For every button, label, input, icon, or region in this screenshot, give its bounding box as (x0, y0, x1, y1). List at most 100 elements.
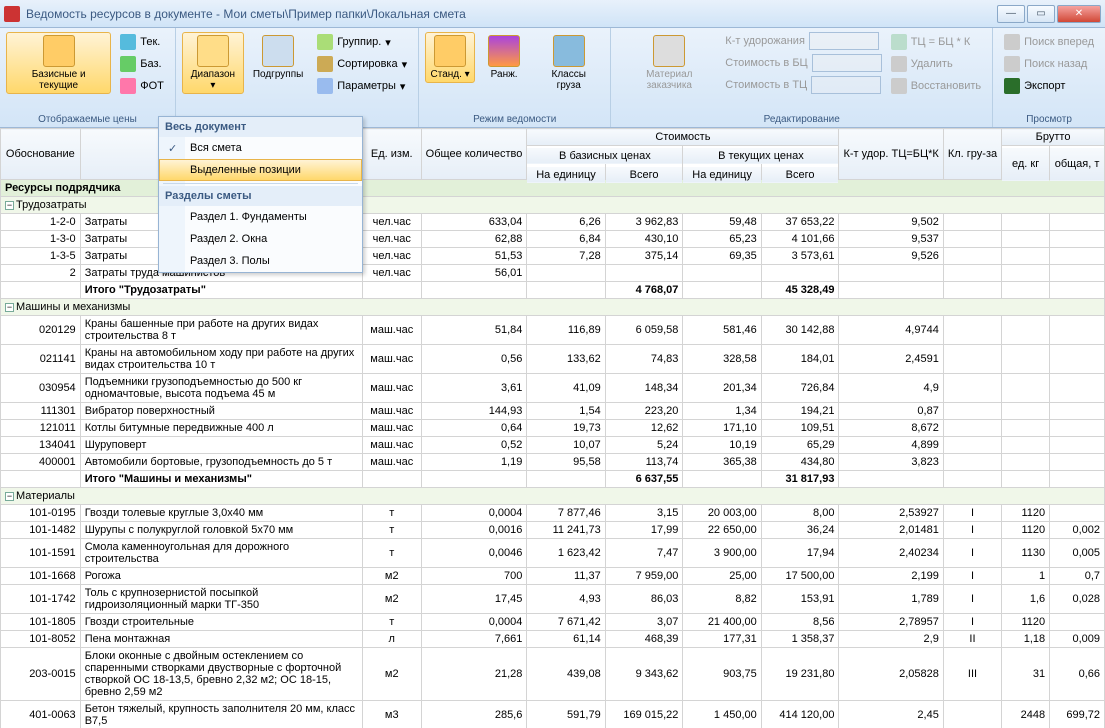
subgroup-row[interactable]: −Машины и механизмы (1, 299, 1105, 316)
cell: 2,4591 (839, 345, 943, 374)
table-row[interactable]: 101-1482Шурупы с полукруглой головкой 5х… (1, 522, 1105, 539)
cell (1002, 316, 1050, 345)
table-row[interactable]: 121011Котлы битумные передвижные 400 лма… (1, 420, 1105, 437)
cell: 62,88 (421, 231, 527, 248)
cell: 4,899 (839, 437, 943, 454)
th-baz[interactable]: В базисных ценах (527, 147, 683, 164)
dd-section-2[interactable]: Раздел 2. Окна (159, 228, 362, 250)
table-row[interactable]: 401-0063Бетон тяжелый, крупность заполни… (1, 701, 1105, 728)
collapse-icon[interactable]: − (5, 303, 14, 312)
table-row[interactable]: 101-1591Смола каменноугольная для дорожн… (1, 539, 1105, 568)
ranked-button[interactable]: Ранж. (479, 32, 529, 83)
cell: маш.час (362, 374, 421, 403)
th-ot[interactable]: общая, т (1050, 147, 1105, 181)
table-row[interactable]: 020129Краны башенные при работе на други… (1, 316, 1105, 345)
close-button[interactable]: ✕ (1057, 5, 1101, 23)
table-row[interactable]: 030954Подъемники грузоподъемностью до 50… (1, 374, 1105, 403)
cell: 2,199 (839, 568, 943, 585)
cell: 36,24 (761, 522, 839, 539)
cell: 633,04 (421, 214, 527, 231)
delete-button: Удалить (886, 54, 986, 74)
th-tek[interactable]: В текущих ценах (683, 147, 839, 164)
cell: 203-0015 (1, 648, 81, 701)
window-title: Ведомость ресурсов в документе - Мои сме… (26, 7, 997, 21)
group-button[interactable]: Группир. ▾ (312, 32, 412, 52)
cell: 2,45 (839, 701, 943, 728)
subgroups-button[interactable]: Подгруппы (248, 32, 308, 83)
th-qty[interactable]: Общее количество (421, 129, 527, 180)
table-row[interactable]: 400001Автомобили бортовые, грузоподъемно… (1, 454, 1105, 471)
table-row[interactable]: 101-1668Рогожам2700 11,377 959,0025,0017… (1, 568, 1105, 585)
dd-all-estimate[interactable]: Вся смета (159, 137, 362, 159)
cell: 116,89 (527, 316, 605, 345)
dd-section-1[interactable]: Раздел 1. Фундаменты (159, 206, 362, 228)
cell (943, 420, 1001, 437)
th-cost[interactable]: Стоимость (527, 129, 839, 146)
maximize-button[interactable]: ▭ (1027, 5, 1055, 23)
table-row[interactable]: 111301Вибратор поверхностныймаш.час144,9… (1, 403, 1105, 420)
th-total[interactable]: Всего (605, 166, 683, 183)
cell: 41,09 (527, 374, 605, 403)
th-total[interactable]: Всего (761, 166, 839, 183)
cost-baz-input (812, 54, 882, 72)
cell: 0,64 (421, 420, 527, 437)
cell: 414 120,00 (761, 701, 839, 728)
table-row[interactable]: 101-0195Гвозди толевые круглые 3,0х40 мм… (1, 505, 1105, 522)
prices-baz-button[interactable]: Баз. (115, 54, 169, 74)
cell: 7,661 (421, 631, 527, 648)
cell: 74,83 (605, 345, 683, 374)
cell: 903,75 (683, 648, 761, 701)
dd-section-3[interactable]: Раздел 3. Полы (159, 250, 362, 272)
cell: Бетон тяжелый, крупность заполнителя 20 … (80, 701, 362, 728)
cell: 0,028 (1050, 585, 1105, 614)
table-row[interactable]: 021141Краны на автомобильном ходу при ра… (1, 345, 1105, 374)
cell: 2448 (1002, 701, 1050, 728)
cell (1002, 214, 1050, 231)
cell: I (943, 505, 1001, 522)
th-brutto[interactable]: Брутто (1002, 129, 1105, 146)
table-row[interactable]: 134041Шуруповертмаш.час0,52 10,075,2410,… (1, 437, 1105, 454)
cell: 9,537 (839, 231, 943, 248)
th-kt[interactable]: К-т удор. ТЦ=БЦ*К (839, 129, 943, 180)
cell: I (943, 522, 1001, 539)
th-kl[interactable]: Кл. гру-за (943, 129, 1001, 180)
excel-icon (1004, 78, 1020, 94)
range-button[interactable]: Диапазон ▾ (182, 32, 244, 94)
collapse-icon[interactable]: − (5, 492, 14, 501)
th-ek[interactable]: ед. кг (1002, 147, 1050, 181)
cell: 1130 (1002, 539, 1050, 568)
table-row[interactable]: 101-1742Толь с крупнозернистой посыпкой … (1, 585, 1105, 614)
cell: чел.час (362, 231, 421, 248)
th-obosnov[interactable]: Обоснование (1, 129, 81, 180)
cell: 1,54 (527, 403, 605, 420)
cell (1002, 403, 1050, 420)
export-button[interactable]: Экспорт (999, 76, 1099, 96)
sort-button[interactable]: Сортировка ▾ (312, 54, 412, 74)
params-button[interactable]: Параметры ▾ (312, 76, 412, 96)
cell: Вибратор поверхностный (80, 403, 362, 420)
prices-both-button[interactable]: Базисные и текущие (6, 32, 111, 94)
cell: 0,005 (1050, 539, 1105, 568)
cargo-classes-button[interactable]: Классы груза (533, 32, 604, 94)
cell: 133,62 (527, 345, 605, 374)
total-row: Итого "Трудозатраты"4 768,0745 328,49 (1, 282, 1105, 299)
cell: 148,34 (605, 374, 683, 403)
th-unit[interactable]: На единицу (683, 166, 761, 183)
table-row[interactable]: 101-1805Гвозди строительныет0,0004 7 671… (1, 614, 1105, 631)
collapse-icon[interactable]: − (5, 201, 14, 210)
subgroup-row[interactable]: −Материалы (1, 488, 1105, 505)
standard-mode-button[interactable]: Станд. ▾ (425, 32, 475, 83)
th-unit[interactable]: На единицу (527, 166, 605, 183)
cell (1002, 345, 1050, 374)
cost-baz-row: Стоимость в БЦ (725, 54, 881, 72)
th-ed[interactable]: Ед. изм. (362, 129, 421, 180)
cell: 25,00 (683, 568, 761, 585)
minimize-button[interactable]: — (997, 5, 1025, 23)
dd-selected-positions[interactable]: Выделенные позиции (159, 159, 362, 181)
cell: 1,6 (1002, 585, 1050, 614)
table-row[interactable]: 101-8052Пена монтажнаял7,661 61,14468,39… (1, 631, 1105, 648)
table-row[interactable]: 203-0015Блоки оконные с двойным остеклен… (1, 648, 1105, 701)
range-dropdown: Весь документ Вся смета Выделенные позиц… (158, 116, 363, 273)
prices-fot-button[interactable]: ФОТ (115, 76, 169, 96)
prices-tek-button[interactable]: Тек. (115, 32, 169, 52)
